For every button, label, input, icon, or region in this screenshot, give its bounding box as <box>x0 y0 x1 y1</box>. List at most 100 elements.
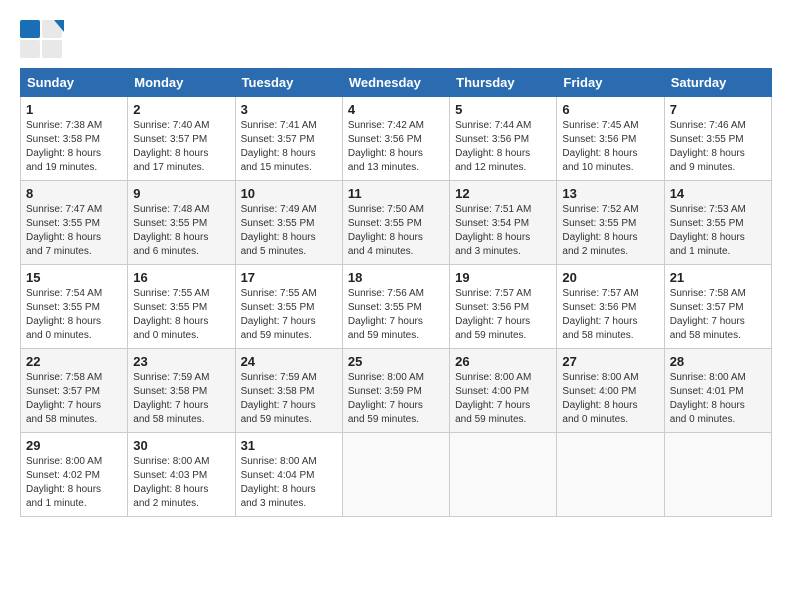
day-number: 29 <box>26 438 122 453</box>
calendar-cell: 23 Sunrise: 7:59 AMSunset: 3:58 PMDayligh… <box>128 349 235 433</box>
day-number: 13 <box>562 186 658 201</box>
calendar-cell: 16 Sunrise: 7:55 AMSunset: 3:55 PMDayligh… <box>128 265 235 349</box>
calendar-week-row: 22 Sunrise: 7:58 AMSunset: 3:57 PMDayligh… <box>21 349 772 433</box>
day-number: 11 <box>348 186 444 201</box>
day-info: Sunrise: 7:59 AMSunset: 3:58 PMDaylight:… <box>241 371 337 427</box>
calendar-table: SundayMondayTuesdayWednesdayThursdayFrid… <box>20 68 772 517</box>
day-info: Sunrise: 7:42 AMSunset: 3:56 PMDaylight:… <box>348 119 444 175</box>
calendar-cell: 4 Sunrise: 7:42 AMSunset: 3:56 PMDaylight… <box>342 97 449 181</box>
day-info: Sunrise: 7:59 AMSunset: 3:58 PMDaylight:… <box>133 371 229 427</box>
calendar-cell: 1 Sunrise: 7:38 AMSunset: 3:58 PMDaylight… <box>21 97 128 181</box>
calendar-cell: 22 Sunrise: 7:58 AMSunset: 3:57 PMDayligh… <box>21 349 128 433</box>
calendar-week-row: 15 Sunrise: 7:54 AMSunset: 3:55 PMDayligh… <box>21 265 772 349</box>
day-info: Sunrise: 7:58 AMSunset: 3:57 PMDaylight:… <box>670 287 766 343</box>
calendar-cell: 25 Sunrise: 8:00 AMSunset: 3:59 PMDayligh… <box>342 349 449 433</box>
day-number: 17 <box>241 270 337 285</box>
calendar-cell: 17 Sunrise: 7:55 AMSunset: 3:55 PMDayligh… <box>235 265 342 349</box>
day-info: Sunrise: 7:55 AMSunset: 3:55 PMDaylight:… <box>133 287 229 343</box>
weekday-header-cell: Monday <box>128 69 235 97</box>
calendar-cell: 28Sunrise: 8:00 AMSunset: 4:01 PMDayligh… <box>664 349 771 433</box>
day-info: Sunrise: 7:53 AMSunset: 3:55 PMDaylight:… <box>670 203 766 259</box>
day-number: 14 <box>670 186 766 201</box>
day-info: Sunrise: 7:47 AMSunset: 3:55 PMDaylight:… <box>26 203 122 259</box>
day-info: Sunrise: 8:00 AMSunset: 4:01 PMDaylight:… <box>670 371 766 427</box>
day-number: 25 <box>348 354 444 369</box>
calendar-cell: 30 Sunrise: 8:00 AMSunset: 4:03 PMDayligh… <box>128 433 235 517</box>
calendar-cell: 15 Sunrise: 7:54 AMSunset: 3:55 PMDayligh… <box>21 265 128 349</box>
day-number: 15 <box>26 270 122 285</box>
day-number: 2 <box>133 102 229 117</box>
day-info: Sunrise: 8:00 AMSunset: 3:59 PMDaylight:… <box>348 371 444 427</box>
calendar-cell: 18Sunrise: 7:56 AMSunset: 3:55 PMDayligh… <box>342 265 449 349</box>
day-info: Sunrise: 7:49 AMSunset: 3:55 PMDaylight:… <box>241 203 337 259</box>
day-info: Sunrise: 8:00 AMSunset: 4:00 PMDaylight:… <box>455 371 551 427</box>
day-info: Sunrise: 7:58 AMSunset: 3:57 PMDaylight:… <box>26 371 122 427</box>
day-number: 6 <box>562 102 658 117</box>
day-number: 31 <box>241 438 337 453</box>
calendar-cell: 14 Sunrise: 7:53 AMSunset: 3:55 PMDayligh… <box>664 181 771 265</box>
weekday-header-cell: Saturday <box>664 69 771 97</box>
day-info: Sunrise: 7:44 AMSunset: 3:56 PMDaylight:… <box>455 119 551 175</box>
day-number: 18 <box>348 270 444 285</box>
weekday-header-cell: Friday <box>557 69 664 97</box>
day-number: 4 <box>348 102 444 117</box>
day-number: 16 <box>133 270 229 285</box>
day-number: 30 <box>133 438 229 453</box>
day-number: 12 <box>455 186 551 201</box>
calendar-cell: 19 Sunrise: 7:57 AMSunset: 3:56 PMDayligh… <box>450 265 557 349</box>
day-info: Sunrise: 7:54 AMSunset: 3:55 PMDaylight:… <box>26 287 122 343</box>
day-number: 23 <box>133 354 229 369</box>
calendar-cell <box>557 433 664 517</box>
weekday-header-cell: Sunday <box>21 69 128 97</box>
day-number: 3 <box>241 102 337 117</box>
day-number: 5 <box>455 102 551 117</box>
calendar-cell: 29Sunrise: 8:00 AMSunset: 4:02 PMDayligh… <box>21 433 128 517</box>
day-number: 10 <box>241 186 337 201</box>
day-info: Sunrise: 7:57 AMSunset: 3:56 PMDaylight:… <box>562 287 658 343</box>
day-number: 24 <box>241 354 337 369</box>
calendar-cell: 31 Sunrise: 8:00 AMSunset: 4:04 PMDayligh… <box>235 433 342 517</box>
day-info: Sunrise: 7:46 AMSunset: 3:55 PMDaylight:… <box>670 119 766 175</box>
calendar-cell: 2 Sunrise: 7:40 AMSunset: 3:57 PMDaylight… <box>128 97 235 181</box>
day-number: 27 <box>562 354 658 369</box>
day-info: Sunrise: 7:55 AMSunset: 3:55 PMDaylight:… <box>241 287 337 343</box>
calendar-cell: 24 Sunrise: 7:59 AMSunset: 3:58 PMDayligh… <box>235 349 342 433</box>
day-info: Sunrise: 7:40 AMSunset: 3:57 PMDaylight:… <box>133 119 229 175</box>
calendar-cell: 7 Sunrise: 7:46 AMSunset: 3:55 PMDaylight… <box>664 97 771 181</box>
weekday-header-cell: Thursday <box>450 69 557 97</box>
day-info: Sunrise: 7:48 AMSunset: 3:55 PMDaylight:… <box>133 203 229 259</box>
weekday-header-cell: Tuesday <box>235 69 342 97</box>
calendar-cell: 6Sunrise: 7:45 AMSunset: 3:56 PMDaylight… <box>557 97 664 181</box>
day-number: 19 <box>455 270 551 285</box>
day-number: 9 <box>133 186 229 201</box>
day-number: 22 <box>26 354 122 369</box>
day-info: Sunrise: 7:38 AMSunset: 3:58 PMDaylight:… <box>26 119 122 175</box>
day-info: Sunrise: 7:51 AMSunset: 3:54 PMDaylight:… <box>455 203 551 259</box>
calendar-cell: 26 Sunrise: 8:00 AMSunset: 4:00 PMDayligh… <box>450 349 557 433</box>
calendar-cell: 20 Sunrise: 7:57 AMSunset: 3:56 PMDayligh… <box>557 265 664 349</box>
calendar-cell: 27Sunrise: 8:00 AMSunset: 4:00 PMDayligh… <box>557 349 664 433</box>
day-info: Sunrise: 8:00 AMSunset: 4:03 PMDaylight:… <box>133 455 229 511</box>
calendar-week-row: 1 Sunrise: 7:38 AMSunset: 3:58 PMDaylight… <box>21 97 772 181</box>
day-number: 7 <box>670 102 766 117</box>
day-info: Sunrise: 7:57 AMSunset: 3:56 PMDaylight:… <box>455 287 551 343</box>
day-info: Sunrise: 7:50 AMSunset: 3:55 PMDaylight:… <box>348 203 444 259</box>
calendar-cell: 13Sunrise: 7:52 AMSunset: 3:55 PMDayligh… <box>557 181 664 265</box>
logo-icon <box>20 20 64 58</box>
calendar-week-row: 29Sunrise: 8:00 AMSunset: 4:02 PMDayligh… <box>21 433 772 517</box>
logo <box>20 20 68 58</box>
calendar-cell: 5 Sunrise: 7:44 AMSunset: 3:56 PMDaylight… <box>450 97 557 181</box>
calendar-cell: 10 Sunrise: 7:49 AMSunset: 3:55 PMDayligh… <box>235 181 342 265</box>
day-number: 1 <box>26 102 122 117</box>
page-header <box>20 20 772 58</box>
day-info: Sunrise: 7:41 AMSunset: 3:57 PMDaylight:… <box>241 119 337 175</box>
calendar-cell: 12 Sunrise: 7:51 AMSunset: 3:54 PMDayligh… <box>450 181 557 265</box>
calendar-cell <box>664 433 771 517</box>
weekday-header-row: SundayMondayTuesdayWednesdayThursdayFrid… <box>21 69 772 97</box>
day-number: 8 <box>26 186 122 201</box>
calendar-week-row: 8 Sunrise: 7:47 AMSunset: 3:55 PMDaylight… <box>21 181 772 265</box>
day-info: Sunrise: 8:00 AMSunset: 4:04 PMDaylight:… <box>241 455 337 511</box>
day-number: 26 <box>455 354 551 369</box>
day-number: 20 <box>562 270 658 285</box>
calendar-cell: 11 Sunrise: 7:50 AMSunset: 3:55 PMDayligh… <box>342 181 449 265</box>
